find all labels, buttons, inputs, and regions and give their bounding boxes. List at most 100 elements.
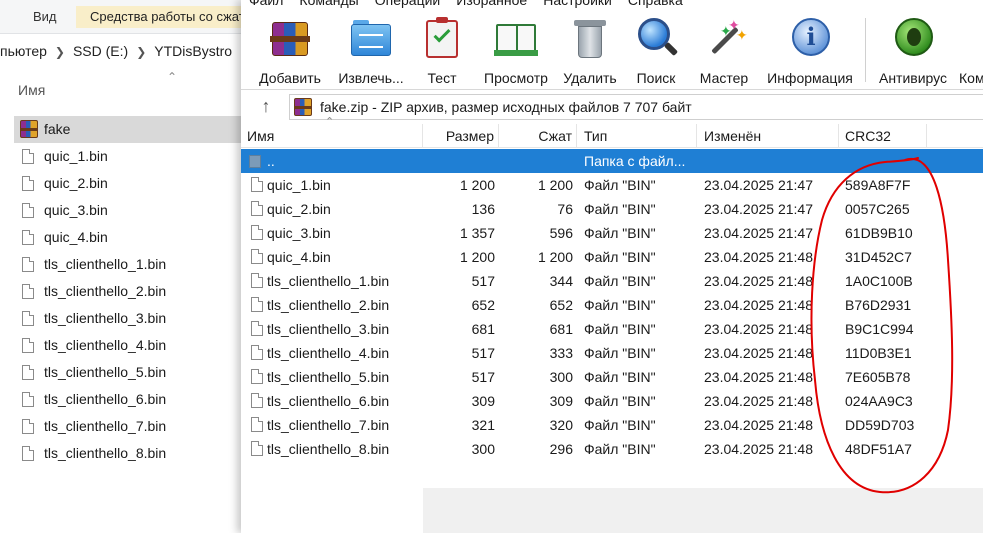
comment-button[interactable]: Ком xyxy=(959,16,983,88)
explorer-list-item[interactable]: fake xyxy=(14,116,250,143)
menu-item[interactable]: Настройки xyxy=(543,0,612,8)
explorer-list-item[interactable]: quic_2.bin xyxy=(14,170,250,197)
cell-type: Файл "BIN" xyxy=(584,273,656,289)
explorer-item-label: tls_clienthello_1.bin xyxy=(44,256,167,272)
explorer-list-item[interactable]: tls_clienthello_2.bin xyxy=(14,278,250,305)
extract-button[interactable]: Извлечь... xyxy=(333,16,409,88)
cell-modified: 23.04.2025 21:48 xyxy=(704,345,813,361)
column-header-modified-label: Изменён xyxy=(704,128,762,144)
test-clipboard-icon xyxy=(420,16,464,60)
cell-name: quic_3.bin xyxy=(267,225,331,241)
path-field[interactable]: fake.zip - ZIP архив, размер исходных фа… xyxy=(289,94,983,120)
explorer-list-item[interactable]: quic_4.bin xyxy=(14,224,250,251)
cell-crc: 48DF51A7 xyxy=(845,441,912,457)
up-arrow-icon[interactable]: ↑ xyxy=(255,95,277,117)
view-book-icon xyxy=(494,16,538,60)
menu-item[interactable]: Операции xyxy=(375,0,441,8)
table-row[interactable]: tls_clienthello_3.bin 681 681 Файл "BIN" 23.… xyxy=(241,317,983,341)
sort-caret-icon: ⌃ xyxy=(325,116,335,128)
add-button-label: Добавить xyxy=(259,70,321,86)
explorer-ribbon: Вид Средства работы со сжатыми xyxy=(0,0,256,34)
explorer-list-item[interactable]: tls_clienthello_4.bin xyxy=(14,332,250,359)
column-header-crc[interactable]: CRC32 xyxy=(839,124,927,148)
wizard-button[interactable]: ✦ ✦ ✦ Мастер xyxy=(695,16,753,88)
explorer-list-item[interactable]: quic_3.bin xyxy=(14,197,250,224)
cell-name: tls_clienthello_2.bin xyxy=(267,297,390,313)
breadcrumb-drive[interactable]: SSD (E:) xyxy=(73,38,128,64)
info-button-label: Информация xyxy=(767,70,853,86)
cell-packed: 1 200 xyxy=(537,177,573,193)
explorer-list-item[interactable]: tls_clienthello_5.bin xyxy=(14,359,250,386)
parent-folder-row[interactable]: .. Папка с файл... xyxy=(241,149,983,173)
winrar-archive-icon xyxy=(20,120,38,138)
table-row[interactable]: tls_clienthello_6.bin 309 309 Файл "BIN" 23.… xyxy=(241,389,983,413)
antivirus-button[interactable]: Антивирус xyxy=(875,16,951,88)
menu-item[interactable]: Файл xyxy=(249,0,283,8)
column-header-size[interactable]: Размер xyxy=(423,124,499,148)
table-row[interactable]: tls_clienthello_4.bin 517 333 Файл "BIN" 23.… xyxy=(241,341,983,365)
explorer-list-item[interactable]: tls_clienthello_6.bin xyxy=(14,386,250,413)
explorer-item-label: quic_4.bin xyxy=(44,229,108,245)
menu-item[interactable]: Справка xyxy=(628,0,683,8)
explorer-list-item[interactable]: tls_clienthello_7.bin xyxy=(14,413,250,440)
cell-size: 1 357 xyxy=(459,225,495,241)
table-row[interactable]: tls_clienthello_7.bin 321 320 Файл "BIN" 23.… xyxy=(241,413,983,437)
winrar-archive-icon xyxy=(294,98,312,116)
table-row[interactable]: tls_clienthello_8.bin 300 296 Файл "BIN" 23.… xyxy=(241,437,983,461)
column-header-size-label: Размер xyxy=(445,128,494,144)
column-header-name-label: Имя xyxy=(247,128,275,144)
cell-name: tls_clienthello_5.bin xyxy=(267,369,390,385)
column-header-packed[interactable]: Сжат xyxy=(499,124,577,148)
table-row[interactable]: quic_1.bin 1 200 1 200 Файл "BIN" 23.04.2025… xyxy=(241,173,983,197)
explorer-breadcrumb[interactable]: пьютер ❯ SSD (E:) ❯ YTDisBystro xyxy=(0,38,250,64)
breadcrumb-computer[interactable]: пьютер xyxy=(0,38,47,64)
add-button[interactable]: Добавить xyxy=(257,16,323,88)
column-header-packed-label: Сжат xyxy=(538,128,572,144)
table-row[interactable]: quic_4.bin 1 200 1 200 Файл "BIN" 23.04.2025… xyxy=(241,245,983,269)
path-bar: ↑ fake.zip - ZIP архив, размер исходных … xyxy=(241,92,983,122)
cell-packed: 344 xyxy=(549,273,573,289)
explorer-column-name[interactable]: Имя xyxy=(18,82,45,98)
table-row[interactable]: tls_clienthello_2.bin 652 652 Файл "BIN" 23.… xyxy=(241,293,983,317)
file-icon xyxy=(251,249,263,264)
tab-view[interactable]: Вид xyxy=(33,6,57,28)
cell-type: Файл "BIN" xyxy=(584,321,656,337)
explorer-list-item[interactable]: tls_clienthello_3.bin xyxy=(14,305,250,332)
explorer-list-item[interactable]: quic_1.bin xyxy=(14,143,250,170)
cell-name: tls_clienthello_8.bin xyxy=(267,441,390,457)
test-button[interactable]: Тест xyxy=(419,16,465,88)
table-row[interactable]: tls_clienthello_5.bin 517 300 Файл "BIN" 23.… xyxy=(241,365,983,389)
explorer-list-item[interactable]: tls_clienthello_1.bin xyxy=(14,251,250,278)
list-header: Имя Размер Сжат Тип Изменён CRC32 ⌃ xyxy=(241,116,983,148)
table-row[interactable]: quic_2.bin 136 76 Файл "BIN" 23.04.2025 21:4… xyxy=(241,197,983,221)
cell-size: 309 xyxy=(471,393,495,409)
breadcrumb-folder[interactable]: YTDisBystro xyxy=(154,38,232,64)
delete-button[interactable]: Удалить xyxy=(561,16,619,88)
file-icon xyxy=(22,176,34,191)
cell-size: 300 xyxy=(471,441,495,457)
tab-compressed-tools[interactable]: Средства работы со сжатыми xyxy=(76,6,256,28)
view-button[interactable]: Просмотр xyxy=(479,16,553,88)
cell-crc: 1A0C100B xyxy=(845,273,913,289)
cell-type: Файл "BIN" xyxy=(584,177,656,193)
cell-crc: 589A8F7F xyxy=(845,177,911,193)
menu-item[interactable]: Команды xyxy=(299,0,358,8)
add-archive-icon xyxy=(268,16,312,60)
table-row[interactable]: tls_clienthello_1.bin 517 344 Файл "BIN" 23.… xyxy=(241,269,983,293)
delete-trash-icon xyxy=(568,16,612,60)
cell-packed: 76 xyxy=(557,201,573,217)
file-icon xyxy=(22,311,34,326)
menu-item[interactable]: Избранное xyxy=(456,0,527,8)
table-row[interactable]: quic_3.bin 1 357 596 Файл "BIN" 23.04.2025 2… xyxy=(241,221,983,245)
file-icon xyxy=(251,369,263,384)
cell-modified xyxy=(704,149,840,173)
view-button-label: Просмотр xyxy=(484,70,548,86)
cell-crc: B9C1C994 xyxy=(845,321,914,337)
column-header-modified[interactable]: Изменён xyxy=(697,124,839,148)
cell-crc: 0057C265 xyxy=(845,201,910,217)
cell-size xyxy=(421,149,495,173)
column-header-type[interactable]: Тип xyxy=(577,124,697,148)
find-button[interactable]: Поиск xyxy=(631,16,681,88)
info-button[interactable]: i Информация xyxy=(763,16,857,88)
explorer-list-item[interactable]: tls_clienthello_8.bin xyxy=(14,440,250,467)
